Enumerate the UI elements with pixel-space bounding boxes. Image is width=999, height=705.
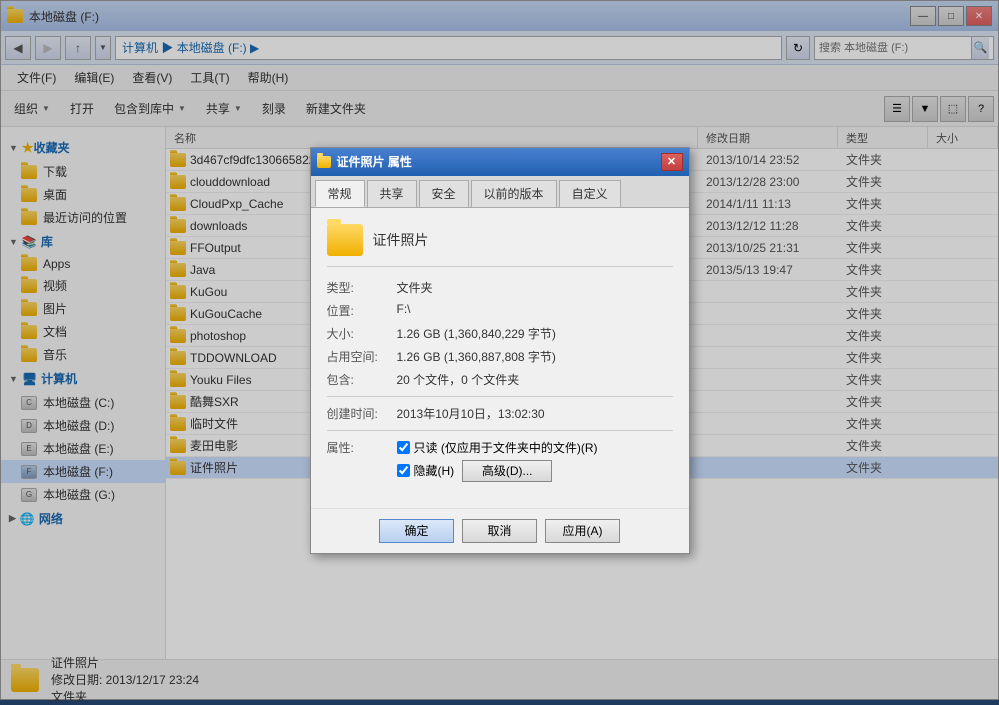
tab-previous-versions[interactable]: 以前的版本 — [471, 180, 557, 207]
readonly-label: 只读 (仅应用于文件夹中的文件)(R) — [414, 439, 598, 456]
readonly-checkbox-wrap: 只读 (仅应用于文件夹中的文件)(R) — [397, 439, 598, 456]
contains-label: 包含: — [327, 371, 397, 388]
hidden-row: 隐藏(H) 高级(D)... — [397, 460, 598, 482]
dialog-tabs: 常规 共享 安全 以前的版本 自定义 — [311, 176, 689, 208]
size-on-disk-label: 占用空间: — [327, 348, 397, 365]
size-label: 大小: — [327, 325, 397, 342]
dialog-info-size: 大小: 1.26 GB (1,360,840,229 字节) — [327, 325, 673, 342]
advanced-button[interactable]: 高级(D)... — [462, 460, 552, 482]
type-value: 文件夹 — [397, 279, 433, 296]
dialog-title-icon — [317, 156, 331, 168]
dialog-footer: 确定 取消 应用(A) — [311, 508, 689, 553]
dialog-separator-2 — [327, 430, 673, 431]
cancel-button[interactable]: 取消 — [462, 519, 537, 543]
properties-dialog: 证件照片 属性 ✕ 常规 共享 安全 以前的版本 自定义 证件照片 类型: 文件… — [310, 147, 690, 554]
location-label: 位置: — [327, 302, 397, 319]
dialog-folder-name: 证件照片 — [373, 230, 429, 250]
dialog-close-button[interactable]: ✕ — [661, 153, 683, 171]
dialog-info-size-on-disk: 占用空间: 1.26 GB (1,360,887,808 字节) — [327, 348, 673, 365]
apply-button[interactable]: 应用(A) — [545, 519, 620, 543]
type-label: 类型: — [327, 279, 397, 296]
dialog-info-created: 创建时间: 2013年10月10日，13:02:30 — [327, 405, 673, 422]
ok-button[interactable]: 确定 — [379, 519, 454, 543]
dialog-info-attrs: 属性: 只读 (仅应用于文件夹中的文件)(R) 隐藏(H) — [327, 439, 673, 486]
location-value: F:\ — [397, 302, 411, 316]
tab-security[interactable]: 安全 — [419, 180, 469, 207]
tab-share[interactable]: 共享 — [367, 180, 417, 207]
hidden-checkbox[interactable] — [397, 464, 410, 477]
readonly-row: 只读 (仅应用于文件夹中的文件)(R) — [397, 439, 598, 456]
hidden-checkbox-wrap: 隐藏(H) — [397, 462, 455, 479]
dialog-folder-row: 证件照片 — [327, 224, 673, 267]
tab-customize[interactable]: 自定义 — [559, 180, 621, 207]
tab-general[interactable]: 常规 — [315, 180, 365, 207]
size-value: 1.26 GB (1,360,840,229 字节) — [397, 325, 556, 342]
created-label: 创建时间: — [327, 405, 397, 422]
dialog-title-bar: 证件照片 属性 ✕ — [311, 148, 689, 176]
dialog-body: 证件照片 类型: 文件夹 位置: F:\ 大小: 1.26 GB (1,360,… — [311, 208, 689, 508]
readonly-checkbox[interactable] — [397, 441, 410, 454]
dialog-title: 证件照片 属性 — [337, 153, 412, 170]
hidden-label: 隐藏(H) — [414, 462, 455, 479]
attrs-controls: 只读 (仅应用于文件夹中的文件)(R) 隐藏(H) 高级(D)... — [397, 439, 598, 486]
dialog-info-location: 位置: F:\ — [327, 302, 673, 319]
dialog-info-type: 类型: 文件夹 — [327, 279, 673, 296]
dialog-title-text: 证件照片 属性 — [317, 153, 412, 170]
dialog-folder-big-icon — [327, 224, 363, 256]
contains-value: 20 个文件，0 个文件夹 — [397, 371, 520, 388]
attrs-label: 属性: — [327, 439, 397, 456]
dialog-overlay: 证件照片 属性 ✕ 常规 共享 安全 以前的版本 自定义 证件照片 类型: 文件… — [0, 0, 999, 700]
dialog-info-contains: 包含: 20 个文件，0 个文件夹 — [327, 371, 673, 388]
size-on-disk-value: 1.26 GB (1,360,887,808 字节) — [397, 348, 556, 365]
created-value: 2013年10月10日，13:02:30 — [397, 405, 545, 422]
dialog-info-table: 类型: 文件夹 位置: F:\ 大小: 1.26 GB (1,360,840,2… — [327, 279, 673, 486]
dialog-separator — [327, 396, 673, 397]
